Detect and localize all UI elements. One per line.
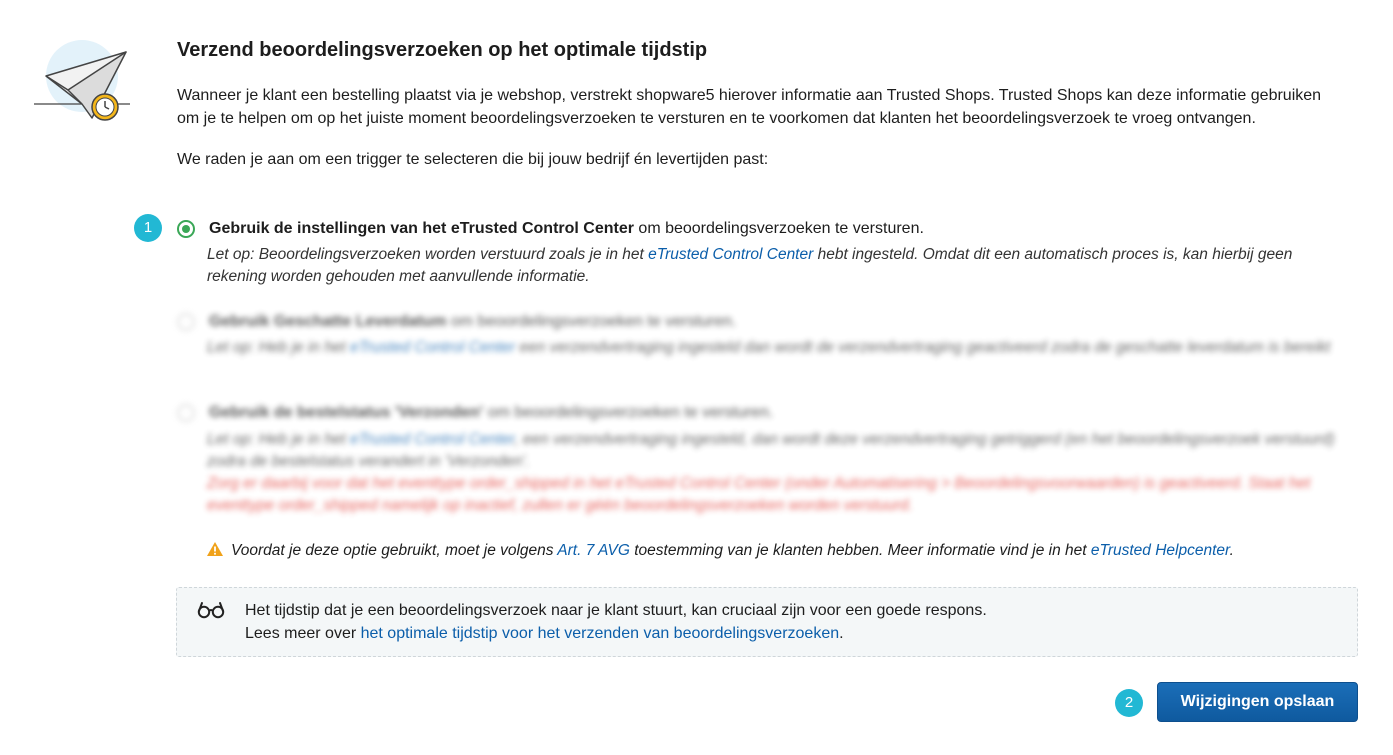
note-prefix: Let op: Heb je in het bbox=[207, 431, 351, 448]
intro-text: Wanneer je klant een bestelling plaatst … bbox=[177, 87, 1322, 127]
etrusted-control-center-link[interactable]: eTrusted Control Center bbox=[350, 339, 515, 356]
option-title-rest: om beoordelingsverzoeken te versturen. bbox=[633, 220, 924, 237]
option-note: Let op: Beoordelingsverzoeken worden ver… bbox=[207, 244, 1347, 288]
warning-prefix: Voordat je deze optie gebruikt, moet je … bbox=[231, 542, 558, 559]
etrusted-control-center-link[interactable]: eTrusted Control Center bbox=[350, 431, 514, 448]
note-prefix: Let op: Beoordelingsverzoeken worden ver… bbox=[207, 246, 649, 263]
radio-control-center[interactable] bbox=[177, 220, 195, 238]
option-note: Let op: Heb je in het eTrusted Control C… bbox=[207, 429, 1347, 517]
art7-avg-link[interactable]: Art. 7 AVG bbox=[557, 542, 630, 559]
option-warning-red: Zorg er daarbij voor dat het eventtype o… bbox=[207, 475, 1311, 514]
gdpr-warning: Voordat je deze optie gebruikt, moet je … bbox=[207, 540, 1234, 562]
step-badge-1: 1 bbox=[134, 214, 162, 242]
option-title: Gebruik de instellingen van het eTrusted… bbox=[209, 218, 924, 240]
info-box: Het tijdstip dat je een beoordelingsverz… bbox=[176, 587, 1358, 657]
warning-triangle-icon bbox=[207, 542, 223, 556]
option-title: Gebruik Geschatte Leverdatum om beoordel… bbox=[209, 311, 736, 333]
page-title: Verzend beoordelingsverzoeken op het opt… bbox=[177, 39, 708, 61]
radio-estimated-delivery[interactable] bbox=[177, 313, 195, 331]
option-title-bold: Gebruik de instellingen van het eTrusted… bbox=[209, 220, 634, 237]
glasses-icon bbox=[197, 602, 225, 619]
info-text: Het tijdstip dat je een beoordelingsverz… bbox=[245, 599, 987, 645]
option-title-rest: om beoordelingsverzoeken te versturen. bbox=[483, 404, 774, 421]
paper-plane-clock-icon bbox=[34, 40, 130, 121]
save-changes-button[interactable]: Wijzigingen opslaan bbox=[1157, 682, 1358, 722]
info-line-2: Lees meer over het optimale tijdstip voo… bbox=[245, 622, 987, 645]
etrusted-control-center-link[interactable]: eTrusted Control Center bbox=[648, 246, 813, 263]
option-note: Let op: Heb je in het eTrusted Control C… bbox=[207, 337, 1347, 359]
warning-middle: toestemming van je klanten hebben. Meer … bbox=[629, 542, 1091, 559]
info-line-1: Het tijdstip dat je een beoordelingsverz… bbox=[245, 602, 987, 619]
etrusted-helpcenter-link[interactable]: eTrusted Helpcenter bbox=[1091, 542, 1230, 559]
radio-order-shipped[interactable] bbox=[177, 404, 195, 422]
optimal-timing-link[interactable]: het optimale tijdstip voor het verzenden… bbox=[361, 625, 840, 642]
note-prefix: Let op: Heb je in het bbox=[207, 339, 351, 356]
main-content: Verzend beoordelingsverzoeken op het opt… bbox=[177, 36, 1357, 171]
info-line-2-suffix: . bbox=[839, 625, 844, 642]
recommendation-text: We raden je aan om een trigger te select… bbox=[177, 151, 769, 168]
warning-suffix: . bbox=[1229, 542, 1234, 559]
note-suffix: een verzendvertraging ingesteld dan word… bbox=[515, 339, 1331, 356]
step-badge-2: 2 bbox=[1115, 689, 1143, 717]
info-line-2-prefix: Lees meer over bbox=[245, 625, 361, 642]
option-title: Gebruik de bestelstatus 'Verzonden' om b… bbox=[209, 402, 773, 424]
option-title-bold: Gebruik de bestelstatus 'Verzonden' bbox=[209, 404, 484, 421]
option-title-bold: Gebruik Geschatte Leverdatum bbox=[209, 313, 447, 330]
option-title-rest: om beoordelingsverzoeken te versturen. bbox=[446, 313, 737, 330]
